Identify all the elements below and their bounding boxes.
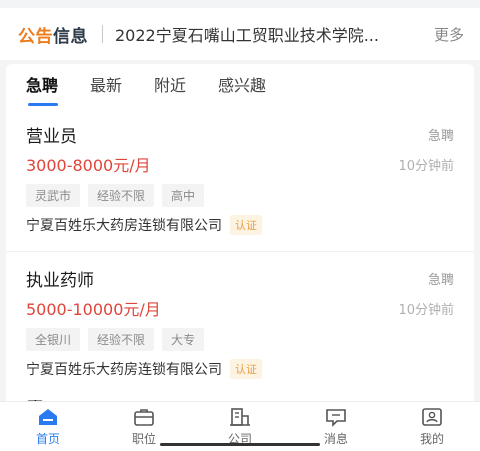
urgent-badge: 急聘	[427, 128, 454, 144]
nav-profile[interactable]: 我的	[384, 402, 480, 451]
job-salary: 5000-10000元/月	[26, 300, 161, 319]
tag-location: 全银川	[26, 328, 81, 351]
nav-messages-label: 消息	[323, 431, 348, 446]
urgent-badge: 急聘	[427, 272, 454, 288]
job-tags: 全银川 经验不限 大专	[26, 328, 454, 351]
certified-badge: 认证	[230, 359, 262, 379]
divider	[102, 25, 103, 43]
announcement-logo-part2: 信息	[53, 26, 88, 47]
tag-experience: 经验不限	[88, 328, 155, 351]
job-title: 营业员	[26, 126, 77, 147]
building-icon	[229, 407, 251, 427]
tab-latest[interactable]: 最新	[90, 64, 122, 108]
announcement-logo-part1: 公告	[18, 26, 53, 47]
announcement-text[interactable]: 2022宁夏石嘴山工贸职业技术学院...	[115, 22, 422, 46]
job-card[interactable]: 执业药师 急聘 5000-10000元/月 10分钟前 全银川 经验不限 大专 …	[6, 251, 474, 394]
tab-nearby[interactable]: 附近	[154, 64, 186, 108]
message-icon	[325, 407, 347, 427]
profile-icon	[421, 407, 443, 427]
tab-interested[interactable]: 感兴趣	[218, 64, 266, 108]
job-tags: 灵武市 经验不限 高中	[26, 184, 454, 207]
announcement-bar[interactable]: 公告 信息 2022宁夏石嘴山工贸职业技术学院... 更多	[0, 8, 480, 60]
certified-badge: 认证	[230, 215, 262, 235]
company-row: 宁夏百姓乐大药房连锁有限公司 认证	[26, 359, 454, 379]
job-list-panel: 急聘 最新 附近 感兴趣 营业员 急聘 3000-8000元/月 10分钟前 灵…	[6, 64, 474, 404]
nav-profile-label: 我的	[419, 431, 444, 446]
tag-education: 大专	[162, 328, 205, 351]
job-time: 10分钟前	[398, 302, 454, 318]
company-name: 宁夏百姓乐大药房连锁有限公司	[26, 362, 222, 378]
tag-experience: 经验不限	[88, 184, 155, 207]
job-salary: 3000-8000元/月	[26, 156, 151, 175]
tag-location: 灵武市	[26, 184, 81, 207]
nav-home-label: 首页	[35, 431, 60, 446]
job-title: 执业药师	[26, 270, 94, 291]
company-name: 宁夏百姓乐大药房连锁有限公司	[26, 218, 222, 234]
home-indicator[interactable]	[160, 443, 320, 446]
company-row: 宁夏百姓乐大药房连锁有限公司 认证	[26, 215, 454, 235]
nav-home[interactable]: 首页	[0, 402, 96, 451]
job-time: 10分钟前	[398, 158, 454, 174]
job-tabs: 急聘 最新 附近 感兴趣	[6, 64, 474, 108]
more-link[interactable]: 更多	[434, 24, 464, 45]
tag-education: 高中	[162, 184, 205, 207]
announcement-logo: 公告 信息	[18, 22, 88, 47]
home-icon	[37, 407, 59, 427]
briefcase-icon	[133, 407, 155, 427]
tab-urgent[interactable]: 急聘	[26, 64, 59, 108]
nav-jobs-label: 职位	[131, 431, 156, 446]
job-card[interactable]: 营业员 急聘 3000-8000元/月 10分钟前 灵武市 经验不限 高中 宁夏…	[6, 108, 474, 251]
